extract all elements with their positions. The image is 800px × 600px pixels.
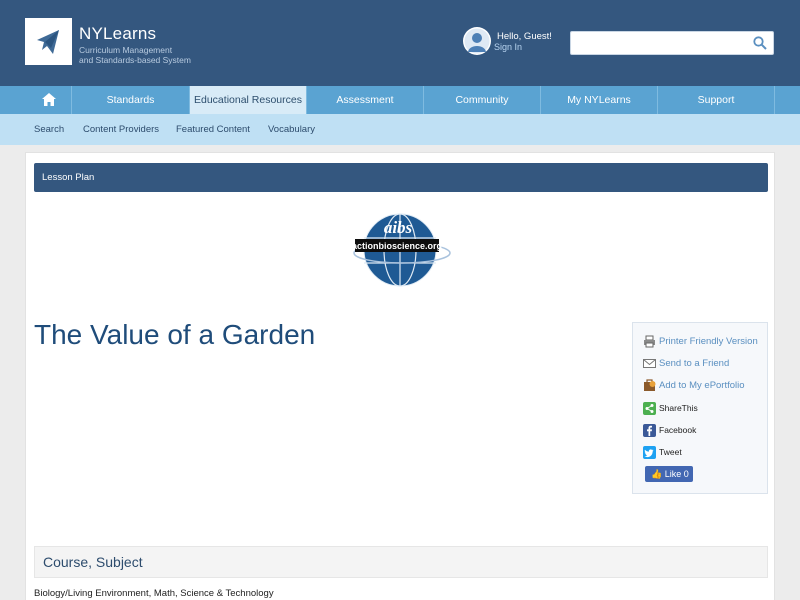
nav-assessment[interactable]: Assessment [307,86,424,114]
globe-logo-icon: aibs actionbioscience.org [352,213,451,287]
nav-standards[interactable]: Standards [72,86,190,114]
printer-friendly-link[interactable]: Printer Friendly Version [643,333,758,349]
thumbs-up-icon: 👍 [651,469,663,479]
logo-text-site: actionbioscience.org [352,241,442,251]
subnav-featured-content[interactable]: Featured Content [176,114,250,145]
section-header: Lesson Plan [34,163,768,192]
sub-navigation: Search Content Providers Featured Conten… [0,114,800,145]
facebook-icon [643,423,656,437]
sign-in-link[interactable]: Sign In [494,42,522,52]
nav-home[interactable] [0,86,72,114]
nylearns-logo[interactable] [25,18,72,65]
envelope-icon [643,358,656,368]
logo-arrow-icon [37,30,59,54]
brand-name: NYLearns [79,24,157,43]
nav-educational-resources[interactable]: Educational Resources [190,86,307,114]
provider-logo: aibs actionbioscience.org [352,211,452,289]
portfolio-icon [644,378,656,391]
course-subject-heading: Course, Subject [34,546,768,578]
content-panel: Lesson Plan aibs actionbioscience.org Th… [25,152,775,600]
send-to-friend-link[interactable]: Send to a Friend [643,355,729,371]
site-header: NYLearns Curriculum Management and Stand… [0,0,800,86]
page-title: The Value of a Garden [34,319,316,350]
add-to-eportfolio-link[interactable]: Add to My ePortfolio [643,377,745,393]
search-input[interactable] [571,32,751,54]
twitter-icon [643,445,656,459]
share-panel: Printer Friendly Version Send to a Frien… [632,322,768,494]
facebook-button[interactable]: Facebook [643,422,696,438]
subnav-content-providers[interactable]: Content Providers [83,114,159,145]
nav-my-nylearns[interactable]: My NYLearns [541,86,658,114]
brand-tagline: Curriculum Management and Standards-base… [79,45,191,65]
course-subject-value: Biology/Living Environment, Math, Scienc… [34,588,274,599]
facebook-like-button[interactable]: 👍 Like 0 [645,466,693,482]
site-search [570,31,774,55]
subnav-vocabulary[interactable]: Vocabulary [268,114,315,145]
guest-avatar-icon [463,27,491,55]
sharethis-icon [643,401,656,415]
home-icon [42,93,56,106]
nav-support[interactable]: Support [658,86,775,114]
subnav-search[interactable]: Search [34,114,64,145]
sharethis-button[interactable]: ShareThis [643,400,698,416]
search-icon[interactable] [753,36,767,50]
printer-icon [644,335,655,347]
greeting-text: Hello, Guest! [497,31,552,42]
logo-text-aibs: aibs [384,218,413,237]
nav-community[interactable]: Community [424,86,541,114]
tweet-button[interactable]: Tweet [643,444,682,460]
main-navigation: Standards Educational Resources Assessme… [0,86,800,114]
